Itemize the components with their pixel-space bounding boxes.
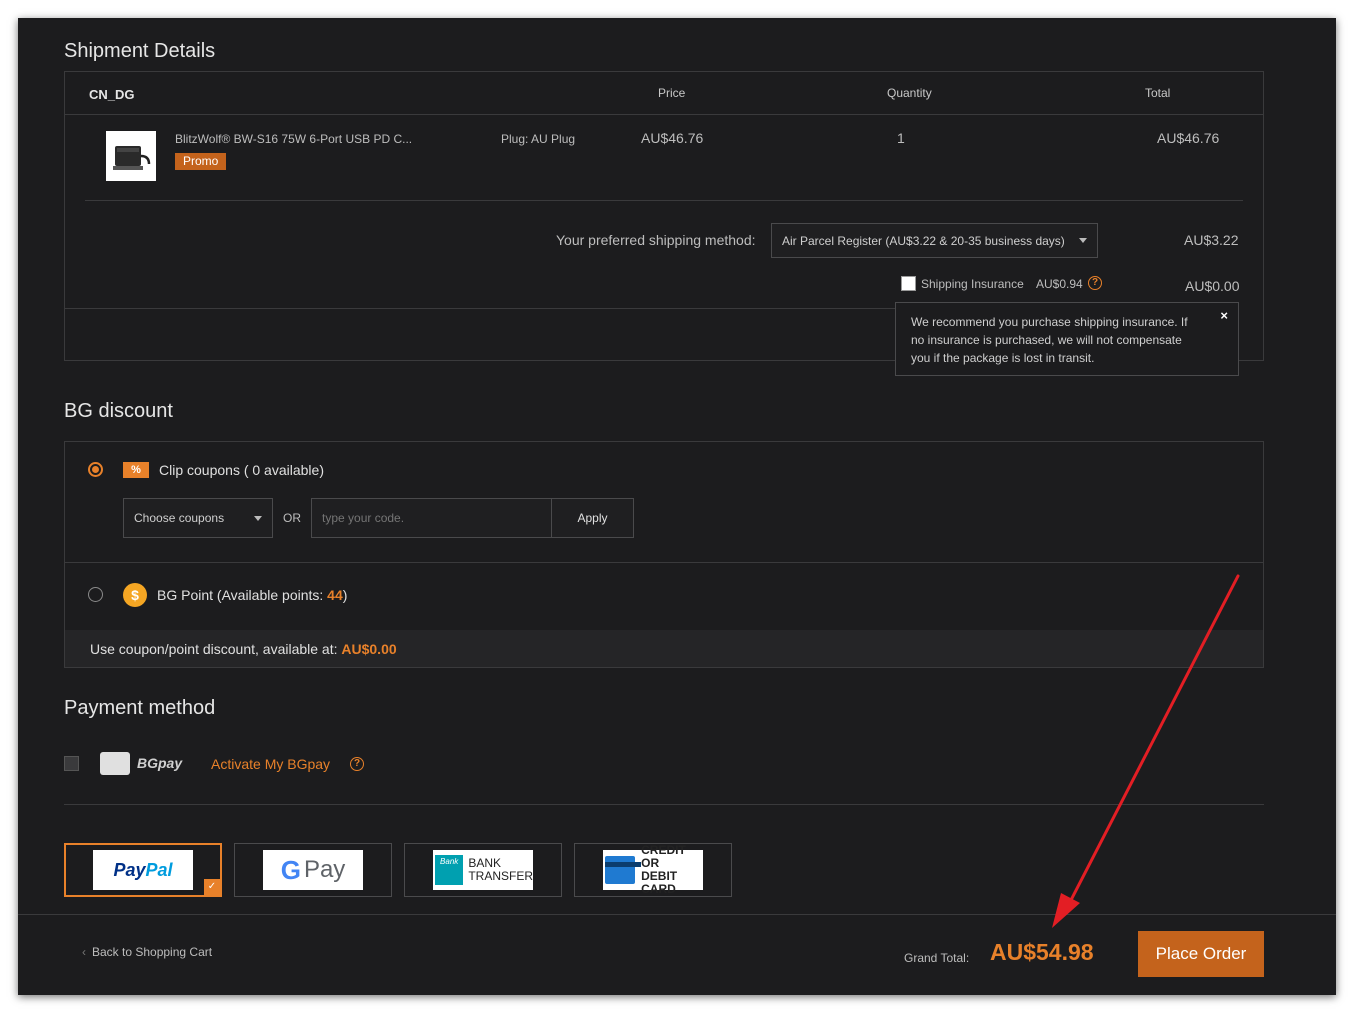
annotation-arrow [1052, 574, 1240, 928]
